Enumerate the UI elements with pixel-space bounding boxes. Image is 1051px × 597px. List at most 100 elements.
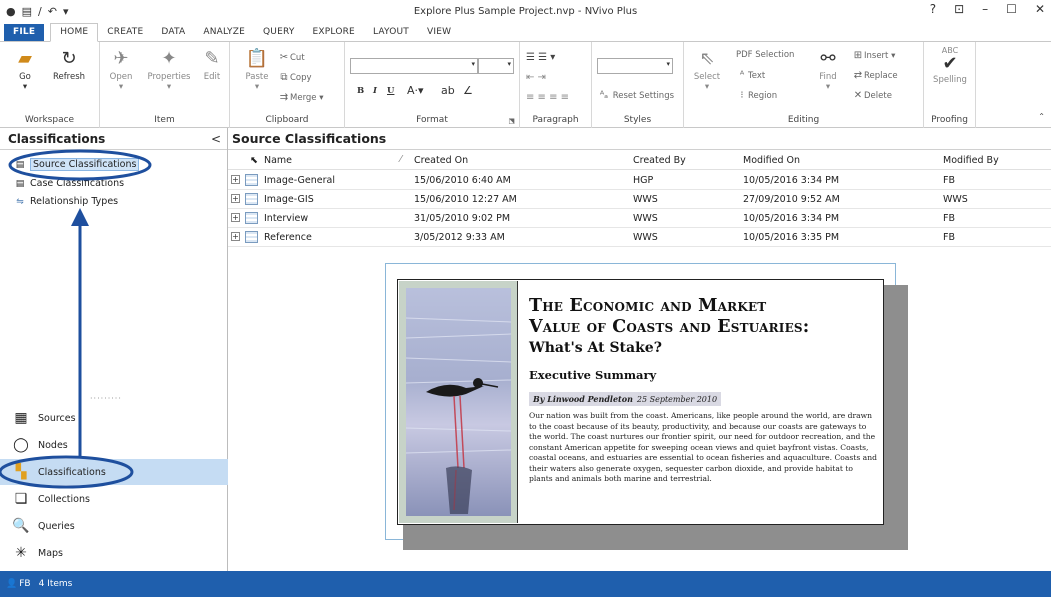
nav-button-queries[interactable]: 🔍 Queries — [0, 513, 228, 539]
replace-button[interactable]: ⇄ Replace — [852, 70, 898, 81]
italic-button[interactable]: I — [373, 86, 377, 96]
indent-buttons[interactable]: ⇤ ⇥ — [526, 72, 546, 83]
tree-item-source-classifications[interactable]: ▤ Source Classifications — [14, 158, 140, 171]
reset-settings-button[interactable]: ᴬₐ Reset Settings — [598, 90, 674, 101]
window-controls: ? ⊡ – ☐ ✕ — [930, 2, 1045, 16]
bold-button[interactable]: B — [357, 86, 364, 96]
cursor-icon: ⇖ — [699, 48, 715, 69]
insert-button[interactable]: ⊞ Insert ▾ — [852, 50, 896, 61]
cell-created-on: 3/05/2012 9:33 AM — [414, 232, 505, 243]
pdf-selection-button[interactable]: PDF Selection — [736, 50, 794, 60]
refresh-button[interactable]: ↻ Refresh — [48, 48, 90, 82]
align-buttons[interactable]: ≡ ≡ ≡ ≡ — [526, 92, 569, 103]
byline-date: 25 September 2010 — [636, 395, 718, 404]
table-row[interactable]: + Reference 3/05/2012 9:33 AM WWS 10/05/… — [228, 228, 1051, 247]
customize-qat-icon[interactable]: ▾ — [63, 5, 69, 18]
cell-modified-by: FB — [943, 232, 955, 243]
nav-button-maps[interactable]: ✳ Maps — [0, 540, 228, 566]
font-family-combo[interactable]: ▾ — [350, 58, 478, 74]
collapse-nav-button[interactable]: < — [211, 132, 221, 146]
cell-name: Image-General — [264, 175, 335, 186]
chevron-down-icon: ▾ — [471, 60, 475, 68]
region-select-button[interactable]: ⁝ Region — [736, 90, 777, 101]
maximize-button[interactable]: ☐ — [1006, 2, 1017, 16]
expand-icon[interactable]: + — [231, 213, 240, 222]
cut-button[interactable]: ✂ Cut — [278, 52, 305, 63]
dialog-launcher-icon[interactable]: ⬔ — [508, 117, 515, 125]
tab-file[interactable]: FILE — [4, 24, 45, 41]
tab-analyze[interactable]: ANALYZE — [194, 24, 254, 41]
font-color-button[interactable]: A·▾ — [407, 84, 424, 97]
tab-explore[interactable]: EXPLORE — [304, 24, 364, 41]
pencil-icon: ✎ — [204, 48, 220, 69]
cell-modified-by: FB — [943, 175, 955, 186]
close-button[interactable]: ✕ — [1035, 2, 1045, 16]
cell-name: Interview — [264, 213, 309, 224]
table-row[interactable]: + Image-General 15/06/2010 6:40 AM HGP 1… — [228, 171, 1051, 190]
properties-button[interactable]: ✦ Properties ▾ — [144, 48, 194, 92]
tab-home[interactable]: HOME — [50, 23, 99, 42]
spelling-label: Spelling — [933, 75, 967, 85]
spelling-button[interactable]: ABC ✔ Spelling — [928, 46, 972, 85]
table-row[interactable]: + Interview 31/05/2010 9:02 PM WWS 10/05… — [228, 209, 1051, 228]
tab-data[interactable]: DATA — [152, 24, 194, 41]
copy-button[interactable]: ⧉ Copy — [278, 72, 311, 83]
tab-query[interactable]: QUERY — [254, 24, 304, 41]
tab-layout[interactable]: LAYOUT — [364, 24, 418, 41]
group-label-format: Format — [416, 115, 448, 125]
column-header-modified-on[interactable]: Modified On — [743, 155, 800, 166]
go-button[interactable]: ▰ Go ▾ — [8, 48, 42, 92]
cell-modified-on: 10/05/2016 3:34 PM — [743, 213, 840, 224]
maps-icon: ✳ — [15, 545, 27, 561]
nav-splitter[interactable]: ········· — [90, 394, 122, 403]
nav-button-classifications[interactable]: ▚ Classifications — [0, 459, 228, 485]
collapse-ribbon-icon[interactable]: ⌃ — [1038, 112, 1045, 121]
folder-go-icon: ▰ — [18, 48, 32, 69]
chevron-down-icon: ▾ — [666, 60, 670, 68]
column-header-modified-by[interactable]: Modified By — [943, 155, 999, 166]
classification-icon — [245, 231, 258, 243]
find-button[interactable]: ⚯ Find ▾ — [814, 48, 842, 92]
ribbon-display-button[interactable]: ⊡ — [954, 2, 964, 16]
nav-button-label: Queries — [38, 520, 75, 532]
minimize-button[interactable]: – — [982, 2, 988, 16]
title-bar: ● ▤ ∕ ↶ ▾ Explore Plus Sample Project.nv… — [0, 0, 1051, 22]
merge-button[interactable]: ⇉ Merge ▾ — [278, 92, 324, 103]
open-button[interactable]: ✈ Open ▾ — [104, 48, 138, 92]
tree-item-case-classifications[interactable]: ▤ Case Classifications — [14, 178, 124, 189]
column-header-name[interactable]: Name — [264, 155, 292, 166]
column-header-created-by[interactable]: Created By — [633, 155, 686, 166]
cell-created-by: WWS — [633, 232, 658, 243]
expand-icon[interactable]: + — [231, 194, 240, 203]
undo-icon[interactable]: ↶ — [48, 5, 57, 18]
save-icon[interactable]: ▤ — [22, 5, 32, 18]
font-size-combo[interactable]: ▾ — [478, 58, 514, 74]
group-proofing: ABC ✔ Spelling Proofing — [924, 42, 976, 128]
edit-button[interactable]: ✎ Edit — [198, 48, 226, 82]
tab-create[interactable]: CREATE — [98, 24, 152, 41]
nav-button-nodes[interactable]: ◯ Nodes — [0, 432, 228, 458]
group-editing: ⇖ Select ▾ PDF Selection ᴬ Text ⁝ Region ⚯ … — [684, 42, 924, 128]
nav-button-label: Classifications — [38, 466, 106, 478]
help-button[interactable]: ? — [930, 2, 936, 16]
column-header-created-on[interactable]: Created On — [414, 155, 468, 166]
delete-button[interactable]: ✕ Delete — [852, 90, 892, 101]
nav-button-collections[interactable]: ❏ Collections — [0, 486, 228, 512]
styles-combo[interactable]: ▾ — [597, 58, 673, 74]
select-button[interactable]: ⇖ Select ▾ — [692, 48, 722, 92]
nav-button-sources[interactable]: ▦ Sources — [0, 405, 228, 431]
underline-button[interactable]: U — [387, 86, 394, 96]
text-select-button[interactable]: ᴬ Text — [736, 70, 765, 81]
tab-view[interactable]: VIEW — [418, 24, 460, 41]
table-row[interactable]: + Image-GIS 15/06/2010 12:27 AM WWS 27/0… — [228, 190, 1051, 209]
expand-icon[interactable]: + — [231, 232, 240, 241]
highlight-button[interactable]: ab — [441, 84, 455, 97]
insert-icon: ⊞ — [853, 50, 863, 61]
expand-icon[interactable]: + — [231, 175, 240, 184]
clear-format-button[interactable]: ∠ — [463, 84, 473, 97]
dropdown-arrow-icon: ▾ — [254, 82, 260, 92]
tree-item-relationship-types[interactable]: ⇋ Relationship Types — [14, 196, 118, 207]
list-buttons[interactable]: ☰ ☰ ▾ — [526, 52, 555, 63]
paste-button[interactable]: 📋 Paste ▾ — [242, 48, 272, 92]
edit-icon[interactable]: ∕ — [38, 5, 42, 18]
